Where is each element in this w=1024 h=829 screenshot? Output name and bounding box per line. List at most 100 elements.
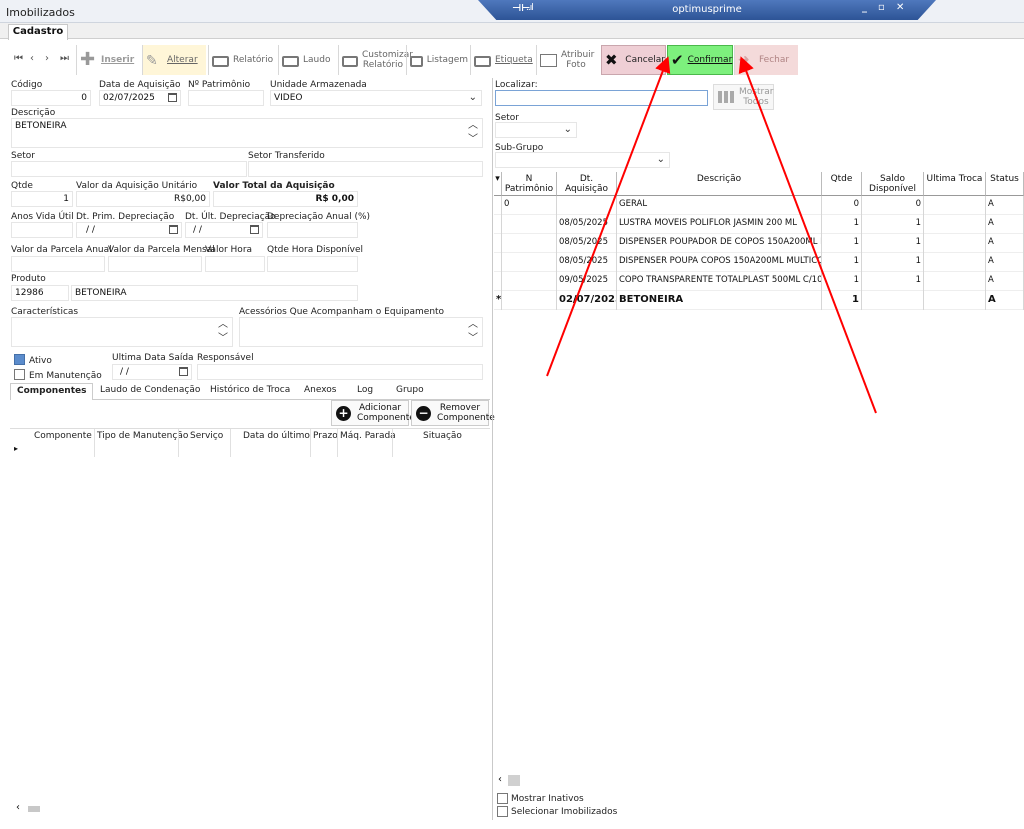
tab-log[interactable]: Log bbox=[357, 385, 373, 395]
subgrupo-select[interactable]: ⌄ bbox=[495, 152, 670, 168]
grid-row[interactable]: 08/05/2025 LUSTRA MOVEIS POLIFLOR JASMIN … bbox=[494, 215, 1024, 234]
qtde-hora-field[interactable] bbox=[267, 256, 358, 272]
descricao-field[interactable]: BETONEIRA ︿ ﹀ bbox=[11, 118, 483, 148]
tab-componentes[interactable]: Componentes bbox=[10, 383, 94, 400]
dt-ult-field[interactable]: / / bbox=[185, 222, 263, 238]
scroll-left-icon[interactable]: ‹ bbox=[16, 802, 20, 813]
add-component-button[interactable]: + Adicionar Componente bbox=[331, 400, 415, 426]
tab-grupo[interactable]: Grupo bbox=[396, 385, 424, 395]
grid-cell-desc: BETONEIRA bbox=[617, 291, 822, 310]
setor-filter-select[interactable]: ⌄ bbox=[495, 122, 577, 138]
patrimonio-field[interactable] bbox=[188, 90, 264, 106]
restore-icon[interactable]: ▫ bbox=[878, 2, 885, 13]
grid-row[interactable]: 08/05/2025 DISPENSER POUPA COPOS 150A200M… bbox=[494, 253, 1024, 272]
grid-cell-status: A bbox=[986, 234, 1024, 253]
col-status[interactable]: Status bbox=[986, 172, 1024, 196]
tab-cadastro[interactable]: Cadastro bbox=[8, 24, 68, 40]
produto-label: Produto bbox=[11, 274, 46, 284]
close-icon[interactable]: ✕ bbox=[896, 2, 904, 13]
scroll-up-icon[interactable]: ︿ bbox=[468, 318, 478, 332]
minimize-icon[interactable]: _ bbox=[862, 2, 867, 13]
scroll-up-icon[interactable]: ︿ bbox=[468, 119, 478, 133]
grid-total-row[interactable]: * 02/07/2025 BETONEIRA 1 A bbox=[494, 291, 1024, 310]
tab-historico-troca[interactable]: Histórico de Troca bbox=[210, 385, 290, 395]
laudo-button[interactable]: Laudo bbox=[278, 45, 336, 75]
mostrar-inativos-checkbox[interactable] bbox=[497, 793, 508, 804]
cancelar-button[interactable]: ✖ Cancelar bbox=[601, 45, 666, 75]
dt-prim-field[interactable]: / / bbox=[76, 222, 182, 238]
caracteristicas-field[interactable]: ︿ ﹀ bbox=[11, 317, 233, 347]
last-record-icon[interactable]: ⏭ bbox=[60, 53, 69, 64]
col-descricao[interactable]: Descrição bbox=[617, 172, 822, 196]
alterar-button[interactable]: ✎ Alterar bbox=[142, 45, 206, 75]
scroll-up-icon[interactable]: ︿ bbox=[218, 318, 228, 332]
valor-hora-field[interactable] bbox=[205, 256, 265, 272]
qtde-field[interactable]: 1 bbox=[11, 191, 73, 207]
produto-code-field[interactable]: 12986 bbox=[11, 285, 69, 301]
valor-unitario-field[interactable]: R$0,00 bbox=[76, 191, 210, 207]
ativo-checkbox[interactable] bbox=[14, 354, 25, 365]
relatorio-button[interactable]: Relatório bbox=[208, 45, 274, 75]
listagem-button[interactable]: Listagem bbox=[406, 45, 468, 75]
fechar-button[interactable]: ➜ Fechar bbox=[734, 45, 798, 75]
calendar-icon[interactable] bbox=[250, 225, 259, 234]
acessorios-field[interactable]: ︿ ﹀ bbox=[239, 317, 483, 347]
responsavel-field[interactable] bbox=[197, 364, 483, 380]
col-n-patrimonio[interactable]: N Patrimônio bbox=[502, 172, 557, 196]
ultima-saida-field[interactable]: / / bbox=[112, 364, 192, 380]
dep-anual-field[interactable] bbox=[267, 222, 358, 238]
remote-session-bar[interactable]: ⊣⊢ ..ıl optimusprime _ ▫ ✕ bbox=[478, 0, 936, 20]
components-grid[interactable]: Componente Tipo de Manutenção Serviço Da… bbox=[10, 428, 490, 457]
data-aquisicao-field[interactable]: 02/07/2025 bbox=[99, 90, 181, 106]
valor-total-label: Valor Total da Aquisição bbox=[213, 181, 335, 191]
selecionar-imobilizados-checkbox[interactable] bbox=[497, 806, 508, 817]
calendar-icon[interactable] bbox=[168, 93, 177, 102]
scroll-thumb[interactable] bbox=[508, 775, 520, 786]
anos-vida-field[interactable] bbox=[11, 222, 73, 238]
prev-record-icon[interactable]: ‹ bbox=[30, 53, 34, 64]
setor-field[interactable] bbox=[11, 161, 247, 177]
scroll-down-icon[interactable]: ﹀ bbox=[468, 133, 478, 147]
parcela-anual-field[interactable] bbox=[11, 256, 105, 272]
setor-transferido-field[interactable] bbox=[248, 161, 483, 177]
calendar-icon[interactable] bbox=[169, 225, 178, 234]
remove-component-button[interactable]: − Remover Componente bbox=[411, 400, 495, 426]
grid-cell-dt: 08/05/2025 bbox=[557, 234, 617, 253]
tab-anexos[interactable]: Anexos bbox=[304, 385, 336, 395]
localizar-input[interactable] bbox=[495, 90, 708, 106]
grid-cell-pat bbox=[502, 253, 557, 272]
scroll-thumb[interactable] bbox=[28, 806, 40, 812]
calendar-icon[interactable] bbox=[179, 367, 188, 376]
right-horizontal-scrollbar[interactable]: ‹ bbox=[496, 774, 1024, 788]
col-saldo-disponivel[interactable]: Saldo Disponível bbox=[862, 172, 924, 196]
col-qtde[interactable]: Qtde bbox=[822, 172, 862, 196]
next-record-icon[interactable]: › bbox=[45, 53, 49, 64]
customizar-relatorio-button[interactable]: Customizar Relatório bbox=[338, 45, 413, 75]
tab-laudo-condenacao[interactable]: Laudo de Condenação bbox=[100, 385, 200, 395]
scroll-left-icon[interactable]: ‹ bbox=[498, 774, 502, 785]
grid-row[interactable]: 0 GERAL 0 0 A bbox=[494, 196, 1024, 215]
col-dt-aquisicao[interactable]: Dt. Aquisição bbox=[557, 172, 617, 196]
grid-cell-qtde: 1 bbox=[822, 291, 862, 310]
atribuir-foto-button[interactable]: Atribuir Foto bbox=[536, 45, 598, 75]
scroll-down-icon[interactable]: ﹀ bbox=[468, 332, 478, 346]
mostrar-inativos-label: Mostrar Inativos bbox=[511, 794, 584, 804]
etiqueta-button[interactable]: Etiqueta bbox=[470, 45, 534, 75]
mostrar-todos-button[interactable]: Mostrar Todos bbox=[713, 84, 774, 110]
scroll-down-icon[interactable]: ﹀ bbox=[218, 332, 228, 346]
grid-row[interactable]: 09/05/2025 COPO TRANSPARENTE TOTALPLAST 5… bbox=[494, 272, 1024, 291]
col-ultima-troca[interactable]: Ultima Troca bbox=[924, 172, 986, 196]
unidade-select[interactable]: VIDEO ⌄ bbox=[270, 90, 482, 106]
parcela-mensal-field[interactable] bbox=[108, 256, 202, 272]
inserir-button[interactable]: ✚ Inserir bbox=[76, 45, 142, 75]
confirmar-button[interactable]: ✔ Confirmar bbox=[667, 45, 733, 75]
grid-row[interactable]: 08/05/2025 DISPENSER POUPADOR DE COPOS 15… bbox=[494, 234, 1024, 253]
first-record-icon[interactable]: ⏮ bbox=[14, 53, 23, 64]
codigo-field[interactable]: 0 bbox=[11, 90, 91, 106]
left-horizontal-scrollbar[interactable]: ‹ bbox=[10, 802, 490, 816]
col-servico: Serviço bbox=[190, 431, 224, 441]
manutencao-checkbox[interactable] bbox=[14, 369, 25, 380]
imobilizados-grid[interactable]: ▾ N Patrimônio Dt. Aquisição Descrição Q… bbox=[494, 172, 1024, 312]
produto-name-field[interactable]: BETONEIRA bbox=[71, 285, 358, 301]
grid-cell-desc: DISPENSER POUPADOR DE COPOS 150A200ML MU… bbox=[617, 234, 822, 253]
